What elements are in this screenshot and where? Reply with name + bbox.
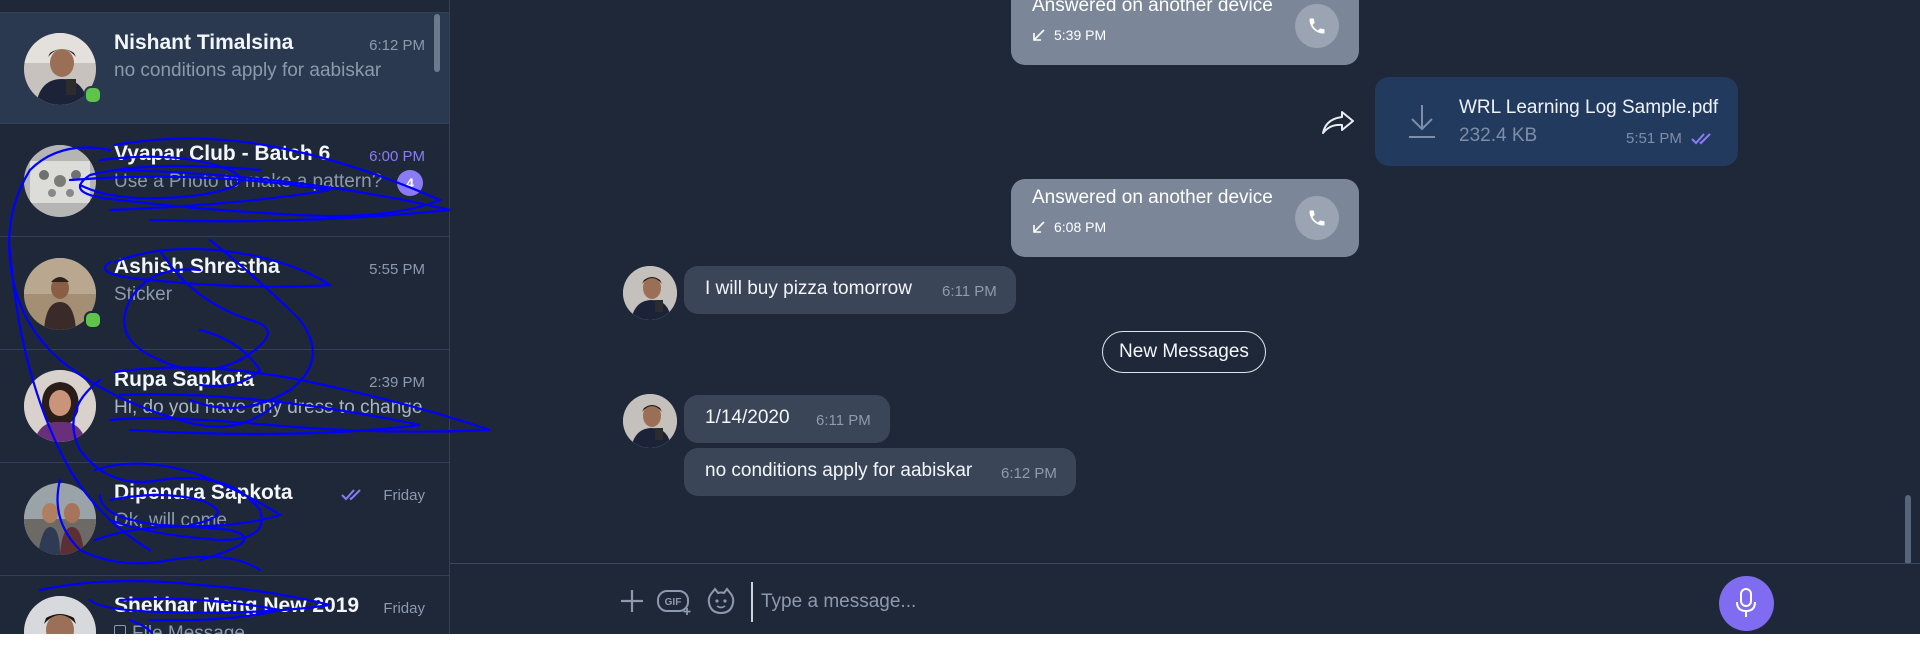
call-time: 5:39 PM: [1032, 27, 1106, 43]
call-back-button[interactable]: [1295, 196, 1339, 240]
chat-name: Nishant Timalsina: [114, 31, 294, 54]
chat-preview: Hi, do you have any dress to change: [114, 397, 423, 418]
call-bubble: Answered on another device 5:39 PM: [1011, 0, 1359, 65]
message-bubble: 1/14/2020 6:11 PM: [684, 395, 890, 443]
chat-preview: no conditions apply for aabiskar: [114, 60, 382, 81]
chat-item-rupa[interactable]: Rupa Sapkota Hi, do you have any dress t…: [0, 350, 449, 463]
chat-time: Friday: [383, 600, 425, 617]
chat-preview: Use a Photo to make a pattern?: [114, 171, 383, 192]
unread-badge: 4: [397, 170, 423, 196]
new-messages-divider: New Messages: [1102, 331, 1266, 373]
sender-avatar: [623, 394, 677, 448]
voice-record-button[interactable]: [1719, 576, 1774, 631]
call-back-button[interactable]: [1295, 4, 1339, 48]
conversation-scrollbar[interactable]: [1905, 495, 1911, 565]
file-name: WRL Learning Log Sample.pdf: [1459, 97, 1719, 118]
download-icon[interactable]: [1405, 101, 1439, 141]
messenger-app: Nishant Timalsina no conditions apply fo…: [0, 0, 1920, 634]
chat-time: 6:12 PM: [369, 37, 425, 54]
microphone-icon: [1736, 588, 1756, 617]
chat-preview: Sticker: [114, 284, 173, 305]
sidebar-scrollbar[interactable]: [434, 14, 440, 72]
double-check-icon: [341, 489, 361, 501]
chat-name: Dipendra Sapkota: [114, 481, 293, 504]
chat-time: Friday: [383, 487, 425, 504]
message-text: I will buy pizza tomorrow: [705, 278, 912, 299]
chat-item-shekhar[interactable]: Shekhar Meng New 2019 File Message Frida…: [0, 576, 449, 634]
gif-label: GIF: [665, 597, 682, 608]
message-bubble: I will buy pizza tomorrow 6:11 PM: [684, 266, 1016, 314]
chat-name: Rupa Sapkota: [114, 368, 255, 391]
file-message-bubble[interactable]: WRL Learning Log Sample.pdf 232.4 KB 5:5…: [1375, 77, 1738, 166]
call-time-text: 5:39 PM: [1054, 27, 1107, 43]
online-status-dot: [84, 86, 102, 104]
message-time: 6:11 PM: [942, 283, 997, 300]
call-time: 6:08 PM: [1032, 219, 1106, 235]
call-status-text: Answered on another device: [1032, 187, 1273, 208]
avatar: [24, 370, 96, 442]
chat-time: 6:00 PM: [369, 148, 425, 165]
sender-avatar: [623, 266, 677, 320]
file-icon: [114, 625, 126, 634]
chat-time: 2:39 PM: [369, 374, 425, 391]
phone-icon: [1309, 18, 1325, 34]
chat-item-ashish[interactable]: Ashish Shrestha Sticker 5:55 PM: [0, 237, 449, 350]
call-time-text: 6:08 PM: [1054, 219, 1107, 235]
avatar: [24, 483, 96, 555]
phone-icon: [1309, 210, 1325, 226]
online-status-dot: [84, 311, 102, 329]
chat-item-nishant[interactable]: Nishant Timalsina no conditions apply fo…: [0, 12, 449, 124]
file-size: 232.4 KB: [1459, 125, 1538, 146]
chat-name: Ashish Shrestha: [114, 255, 280, 278]
message-text: 1/14/2020: [705, 407, 790, 428]
gif-icon[interactable]: GIF: [656, 586, 694, 616]
chat-preview: Ok, will come: [114, 510, 227, 531]
chat-item-group[interactable]: Vyapar Club - Batch 6 Use a Photo to mak…: [0, 124, 449, 237]
message-time: 6:11 PM: [816, 412, 871, 429]
chat-preview: File Message: [114, 623, 245, 634]
double-check-icon: [1691, 133, 1711, 145]
message-composer: GIF: [450, 563, 1920, 634]
avatar: [24, 596, 96, 634]
call-arrow-icon: [1033, 29, 1045, 41]
chat-name: Shekhar Meng New 2019: [114, 594, 360, 617]
avatar: [24, 145, 96, 217]
forward-icon[interactable]: [1320, 108, 1356, 136]
message-input[interactable]: [751, 582, 1663, 622]
plus-icon[interactable]: [617, 586, 647, 616]
call-arrow-icon: [1033, 221, 1045, 233]
message-text: no conditions apply for aabiskar: [705, 460, 973, 481]
chat-list-sidebar: Nishant Timalsina no conditions apply fo…: [0, 0, 450, 634]
chat-preview-text: File Message: [132, 623, 245, 634]
chat-name: Vyapar Club - Batch 6: [114, 142, 331, 165]
chat-item-dipendra[interactable]: Dipendra Sapkota Ok, will come Friday: [0, 463, 449, 576]
call-status-text: Answered on another device: [1032, 0, 1273, 16]
message-time: 5:51 PM: [1626, 130, 1682, 147]
message-bubble: no conditions apply for aabiskar 6:12 PM: [684, 448, 1076, 496]
chat-time: 5:55 PM: [369, 261, 425, 278]
sticker-icon[interactable]: [706, 586, 736, 616]
message-time: 6:12 PM: [1001, 465, 1057, 482]
call-bubble: Answered on another device 6:08 PM: [1011, 179, 1359, 257]
